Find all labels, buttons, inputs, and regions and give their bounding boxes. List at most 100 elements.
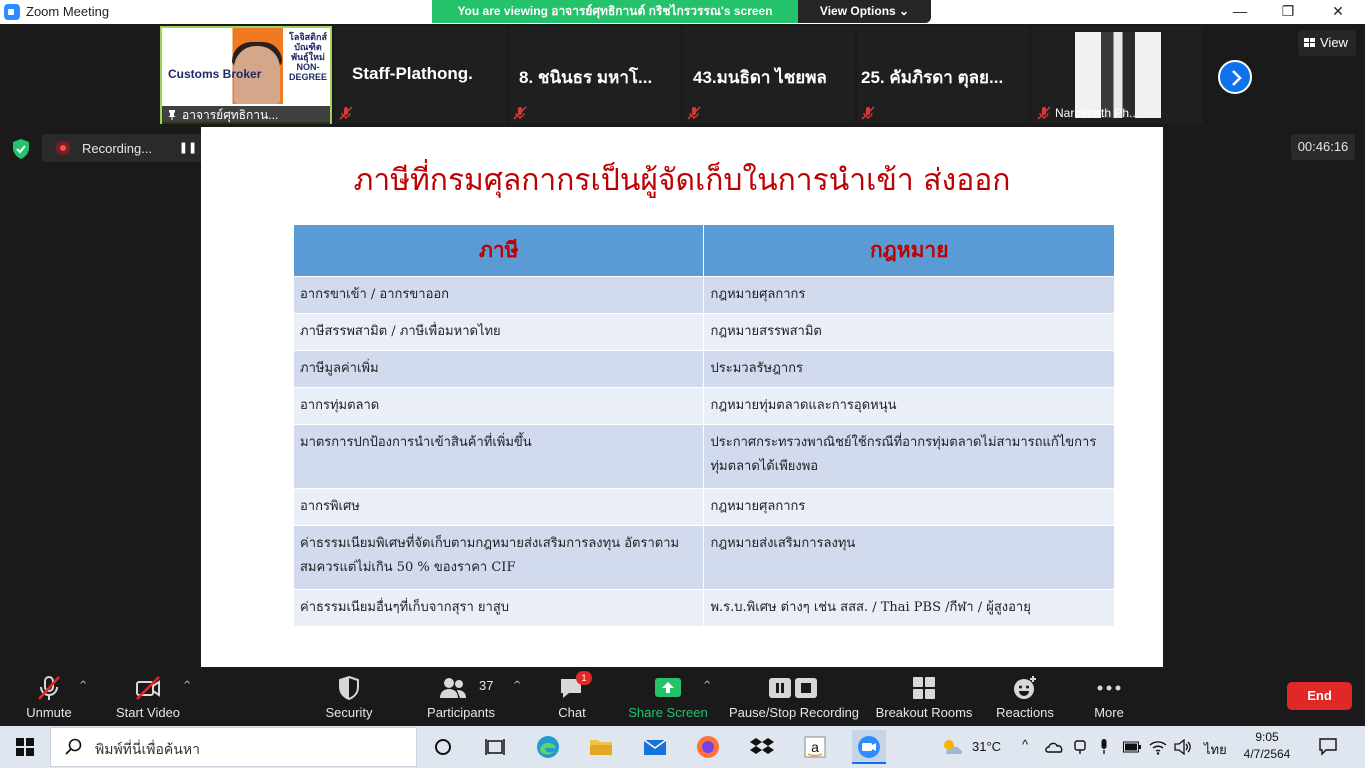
edge-app[interactable] [531, 730, 565, 764]
reactions-smiley-icon [1014, 676, 1036, 699]
onedrive-cloud-icon[interactable] [1045, 740, 1063, 754]
maximize-button[interactable]: ❐ [1265, 0, 1311, 24]
table-row: อากรขาเข้า / อากรขาออก กฎหมายศุลกากร [292, 276, 1115, 314]
participant-name: Staff-Plathong. [352, 64, 473, 83]
host-banner-brand: Customs Broker [168, 67, 262, 81]
show-hidden-icons-chevron-icon[interactable]: ^ [1022, 737, 1028, 752]
participant-tile[interactable]: 43.มนธิดา ไชยพล [683, 26, 855, 124]
participants-options-caret-icon[interactable]: ^ [513, 680, 521, 691]
speaker-volume-icon[interactable] [1174, 739, 1192, 755]
encryption-shield-icon[interactable] [12, 139, 30, 159]
participants-button[interactable]: 37 Participants [420, 668, 502, 726]
law-cell: กฎหมายศุลกากร [703, 488, 1115, 526]
law-cell: ประกาศกระทรวงพาณิชย์ใช้กรณีที่อากรทุ่มตล… [703, 424, 1115, 489]
next-participants-button[interactable] [1218, 60, 1252, 94]
window-title: Zoom Meeting [26, 4, 110, 19]
muted-mic-icon [513, 106, 527, 120]
view-options-button[interactable]: View Options ⌄ [798, 0, 931, 23]
grid-view-icon [1304, 38, 1315, 47]
wifi-icon[interactable] [1149, 739, 1167, 755]
taskbar-search-input[interactable]: พิมพ์ที่นี่เพื่อค้นหา [50, 727, 417, 767]
table-row: ค่าธรรมเนียมพิเศษที่จัดเก็บตามกฎหมายส่งเ… [292, 525, 1115, 590]
dropbox-icon [750, 738, 774, 754]
pause-stop-recording-button[interactable]: Pause/Stop Recording [726, 668, 862, 726]
tax-cell: ภาษีมูลค่าเพิ่ม [292, 350, 705, 388]
chat-button[interactable]: 1 Chat [550, 668, 594, 726]
cortana-circle-icon [435, 739, 451, 755]
meeting-controls-toolbar: Unmute ^ Start Video ^ Security 37 Parti… [0, 668, 1365, 726]
start-video-button[interactable]: Start Video [110, 668, 186, 726]
breakout-rooms-button[interactable]: Breakout Rooms [872, 668, 976, 726]
table-row: ค่าธรรมเนียมอื่นๆที่เก็บจากสุรา ยาสูบ พ.… [292, 589, 1115, 627]
task-view-icon [485, 739, 505, 755]
participants-icon [439, 678, 466, 698]
folder-icon [590, 740, 612, 755]
audio-options-caret-icon[interactable]: ^ [79, 680, 87, 691]
windows-taskbar: พิมพ์ที่นี่เพื่อค้นหา a 31°C ^ ไทย 9:05 … [0, 726, 1365, 768]
amazon-icon: a [804, 736, 826, 758]
windows-start-button[interactable] [0, 726, 50, 768]
participant-name: 25. คัมภิรดา ตุลย... [861, 68, 1004, 87]
reactions-button[interactable]: Reactions [992, 668, 1058, 726]
tax-cell: อากรพิเศษ [292, 488, 705, 526]
participant-tile[interactable]: Staff-Plathong. [335, 26, 507, 124]
input-language-indicator[interactable]: ไทย [1204, 739, 1227, 760]
cortana-button[interactable] [426, 730, 460, 764]
minimize-button[interactable]: — [1217, 0, 1263, 24]
law-cell: กฎหมายส่งเสริมการลงทุน [703, 525, 1115, 590]
muted-mic-icon [38, 676, 60, 700]
participant-tile-host[interactable]: Customs Broker โลจิสติกส์ บัณฑิตพันธุ์ให… [160, 26, 332, 124]
end-meeting-button[interactable]: End [1287, 682, 1352, 710]
notification-center-icon[interactable] [1318, 736, 1338, 756]
zoom-camera-icon [858, 736, 880, 758]
mail-app[interactable] [638, 730, 672, 764]
amazon-app[interactable]: a [798, 730, 832, 764]
taskbar-clock[interactable]: 9:05 4/7/2564 [1238, 729, 1296, 763]
pause-stop-recording-label: Pause/Stop Recording [728, 705, 860, 720]
share-screen-button[interactable]: Share Screen [626, 668, 710, 726]
muted-mic-icon [861, 106, 875, 120]
task-view-button[interactable] [478, 730, 512, 764]
more-button[interactable]: More [1084, 668, 1134, 726]
weather-temperature[interactable]: 31°C [972, 739, 1001, 754]
participant-name: 8. ชนินธร มหาโ... [519, 68, 653, 87]
clock-time: 9:05 [1255, 730, 1279, 744]
participant-name: อาจารย์ศุทธิกาน... [162, 106, 330, 124]
unmute-button[interactable]: Unmute [14, 668, 84, 726]
chat-unread-badge: 1 [576, 671, 592, 685]
view-layout-button[interactable]: View [1298, 30, 1356, 56]
security-button[interactable]: Security [318, 668, 380, 726]
breakout-rooms-icon [913, 677, 935, 699]
muted-mic-icon [339, 106, 353, 120]
dropbox-app[interactable] [745, 730, 779, 764]
close-button[interactable]: ✕ [1315, 0, 1361, 24]
video-options-caret-icon[interactable]: ^ [183, 680, 191, 691]
edge-browser-icon [537, 736, 559, 758]
firefox-app[interactable] [691, 730, 725, 764]
participant-tile[interactable]: 25. คัมภิรดา ตุลย... [857, 26, 1029, 124]
zoom-app[interactable] [852, 730, 886, 764]
participant-tile[interactable]: 8. ชนินธร มหาโ... [509, 26, 681, 124]
participant-name: Nareenath Ph... [1055, 106, 1140, 120]
file-explorer-app[interactable] [584, 730, 618, 764]
more-label: More [1094, 705, 1124, 720]
participant-tile[interactable]: Nareenath Ph... [1031, 26, 1203, 124]
camera-device-icon[interactable] [1073, 739, 1087, 755]
law-cell: กฎหมายศุลกากร [703, 276, 1115, 314]
tax-cell: มาตรการปกป้องการนำเข้าสินค้าที่เพิ่มขึ้น [292, 424, 705, 489]
table-row: มาตรการปกป้องการนำเข้าสินค้าที่เพิ่มขึ้น… [292, 424, 1115, 489]
breakout-rooms-label: Breakout Rooms [875, 705, 973, 720]
screen-share-banner: You are viewing อาจารย์ศุทธิกานต์ กริชไก… [432, 0, 798, 23]
battery-icon[interactable] [1123, 741, 1141, 753]
muted-mic-icon [687, 106, 701, 120]
law-cell: ประมวลรัษฎากร [703, 350, 1115, 388]
pause-stop-recording-icon [769, 678, 817, 698]
microphone-in-use-icon[interactable] [1099, 739, 1109, 755]
share-screen-label: Share Screen [628, 705, 708, 720]
chat-label: Chat [558, 705, 586, 720]
pause-recording-button[interactable]: ❚❚ [174, 134, 202, 162]
share-options-caret-icon[interactable]: ^ [703, 680, 711, 691]
participants-count: 37 [479, 678, 494, 693]
view-label: View [1320, 35, 1348, 50]
table-row: อากรพิเศษ กฎหมายศุลกากร [292, 488, 1115, 526]
